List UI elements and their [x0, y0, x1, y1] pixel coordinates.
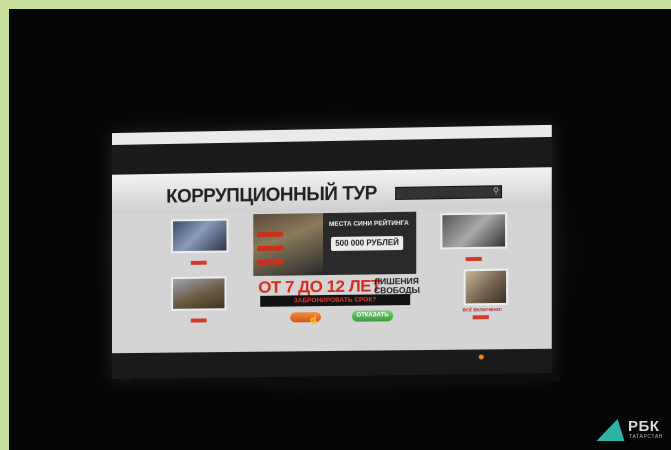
search-input[interactable]: ⚲ — [395, 185, 503, 200]
tour-thumbnail[interactable] — [463, 268, 509, 306]
price-box: 500 000 РУБЛЕЙ — [330, 235, 404, 251]
slider-tag — [257, 259, 284, 265]
tour-thumbnail[interactable] — [171, 276, 227, 311]
tour-thumbnail[interactable] — [440, 212, 508, 250]
slider-tag — [257, 245, 284, 252]
price-tag — [465, 256, 482, 262]
logo-subtext: ТАТАРСТАН — [629, 434, 664, 440]
price-tag — [472, 315, 489, 320]
site-title: КОРРУПЦИОННЫЙ ТУР — [166, 183, 377, 208]
logo-text: РБК — [628, 418, 660, 435]
refuse-button[interactable]: ОТКАЗАТЬ — [352, 310, 394, 322]
price-tag — [190, 260, 207, 265]
main-content: МЕСТА СИНИ РЕЙТИНГА 500 000 РУБЛЕЙ ОТ 7 … — [111, 207, 552, 354]
reserve-question: ЗАБРОНИРОВАТЬ СРОК? — [260, 294, 411, 307]
slider-tag — [257, 231, 284, 238]
slider-photo — [253, 213, 324, 277]
tour-thumbnail[interactable] — [171, 218, 229, 254]
rbk-logo: РБК ТАТАРСТАН — [596, 418, 666, 445]
search-icon[interactable]: ⚲ — [493, 186, 499, 195]
thumbnail-caption: ВСЁ ВКЛЮЧЕНО! — [462, 306, 502, 313]
footer-icon — [478, 354, 484, 360]
photo-frame: КОРРУПЦИОННЫЙ ТУР ⚲ МЕСТА СИНИ РЕЙТИНГА … — [9, 9, 671, 450]
projected-screen: КОРРУПЦИОННЫЙ ТУР ⚲ МЕСТА СИНИ РЕЙТИНГА … — [111, 124, 552, 379]
slider-heading: МЕСТА СИНИ РЕЙТИНГА — [329, 219, 409, 229]
site-header: КОРРУПЦИОННЫЙ ТУР ⚲ — [111, 167, 552, 215]
offer-sub-2: СВОБОДЫ — [374, 284, 420, 295]
logo-mark-icon — [596, 419, 632, 441]
offer-subline: ЛИШЕНИЯ СВОБОДЫ — [374, 276, 420, 295]
hand-cursor-icon: ☝ — [308, 314, 320, 325]
price-tag — [190, 318, 207, 323]
featured-slider[interactable]: МЕСТА СИНИ РЕЙТИНГА 500 000 РУБЛЕЙ — [253, 211, 417, 277]
